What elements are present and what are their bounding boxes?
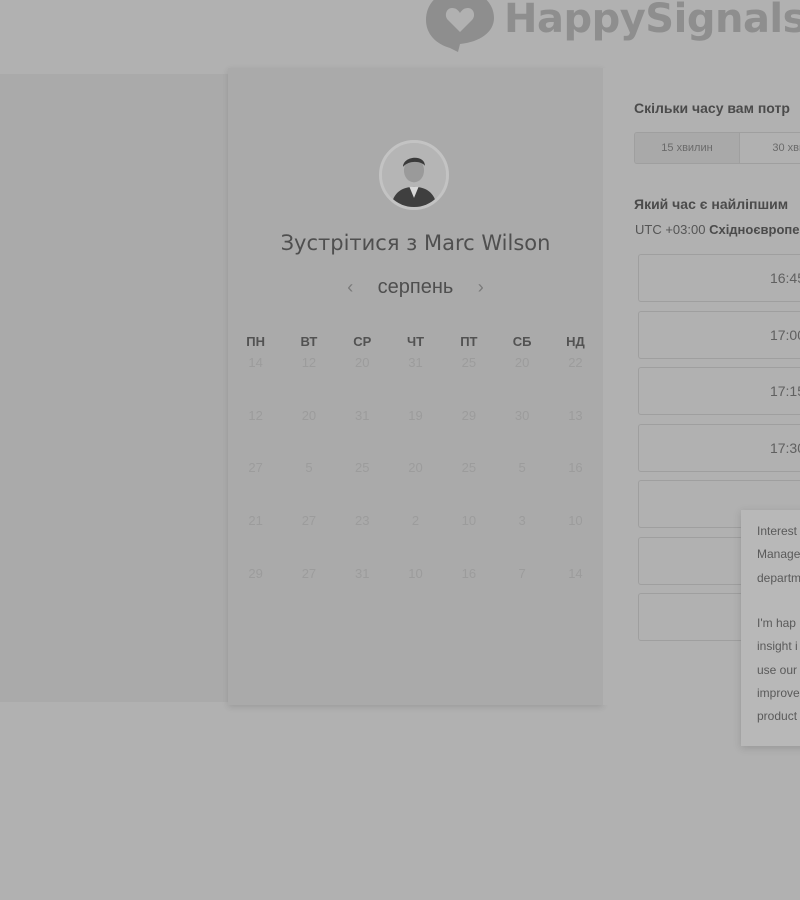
calendar-day[interactable]: 16 xyxy=(549,458,602,511)
calendar-day[interactable]: 25 xyxy=(442,353,495,406)
time-slot-button[interactable]: 16:45 xyxy=(638,254,800,302)
person-avatar-icon xyxy=(382,143,446,207)
calendar-day[interactable]: 22 xyxy=(549,353,602,406)
calendar-day[interactable]: 20 xyxy=(495,353,548,406)
calendar-day[interactable]: 31 xyxy=(389,353,442,406)
calendar-day[interactable]: 14 xyxy=(549,564,602,617)
calendar-day[interactable]: 3 xyxy=(495,511,548,564)
calendar-day[interactable]: 10 xyxy=(549,511,602,564)
calendar-day[interactable]: 27 xyxy=(229,458,282,511)
calendar-week-row: 27 5 25 20 25 5 16 xyxy=(228,458,603,511)
logo-text: HappySignals xyxy=(504,0,800,42)
weekday-label: ПН xyxy=(246,334,266,349)
calendar-day[interactable]: 31 xyxy=(336,406,389,459)
duration-30-button[interactable]: 30 хвил xyxy=(740,133,800,163)
calendar-day[interactable]: 25 xyxy=(442,458,495,511)
current-month-label: серпень xyxy=(377,276,454,298)
calendar-day[interactable]: 25 xyxy=(336,458,389,511)
calendar-day[interactable]: 27 xyxy=(282,511,335,564)
weekday-label: СБ xyxy=(512,334,532,349)
calendar-day[interactable]: 2 xyxy=(389,511,442,564)
calendar-day[interactable]: 20 xyxy=(389,458,442,511)
calendar-week-row: 12 20 31 19 29 30 13 xyxy=(228,406,603,459)
calendar-day[interactable]: 20 xyxy=(336,353,389,406)
next-month-button[interactable]: › xyxy=(470,277,492,298)
duration-selector: 15 хвилин 30 хвил xyxy=(634,132,800,164)
time-slot-button[interactable]: 17:30 xyxy=(638,423,800,472)
calendar-day[interactable]: 10 xyxy=(389,564,442,617)
calendar-day[interactable]: 5 xyxy=(495,458,548,511)
calendar-day[interactable]: 30 xyxy=(495,406,548,459)
popup-paragraph-1: Interest Manage departm xyxy=(757,524,800,585)
calendar-day[interactable]: 16 xyxy=(442,564,495,617)
heart-speech-bubble-icon xyxy=(426,0,494,52)
calendar-day[interactable]: 13 xyxy=(549,406,602,459)
host-calendar-card: Зустрітися з Marc Wilson ‹ серпень › ПН … xyxy=(228,68,603,705)
weekday-label: ЧТ xyxy=(407,334,425,349)
calendar-grid: 14 12 20 31 25 20 22 12 20 31 19 29 30 13 27 5 25 20 25 5 16… xyxy=(228,353,603,616)
duration-15-button[interactable]: 15 хвилин xyxy=(635,133,740,163)
chat-popup: Interest Manage departm I'm hap insight … xyxy=(741,510,800,746)
timezone-label: UTC +03:00 Східноєвропе xyxy=(635,222,800,237)
weekday-label: НД xyxy=(566,334,585,349)
calendar-day[interactable]: 23 xyxy=(336,511,389,564)
month-navigator: ‹ серпень › xyxy=(228,276,603,299)
popup-paragraph-2: I'm hap insight i use our improve produc… xyxy=(757,616,800,724)
calendar-day[interactable]: 29 xyxy=(442,406,495,459)
timezone-name: Східноєвропе xyxy=(709,222,800,237)
calendar-day[interactable]: 19 xyxy=(389,406,442,459)
timezone-offset: UTC +03:00 xyxy=(635,222,706,237)
prev-month-button[interactable]: ‹ xyxy=(339,277,361,298)
calendar-day[interactable]: 7 xyxy=(495,564,548,617)
duration-question: Скільки часу вам потр xyxy=(634,100,790,116)
host-avatar xyxy=(379,140,449,210)
time-question: Який час є найліпшим xyxy=(634,196,789,212)
left-background-panel xyxy=(0,74,228,702)
calendar-day[interactable]: 14 xyxy=(229,353,282,406)
weekday-label: СР xyxy=(353,334,372,349)
weekday-header: ПН ВТ СР ЧТ ПТ СБ НД xyxy=(228,334,603,349)
weekday-label: ВТ xyxy=(300,334,318,349)
calendar-day[interactable]: 20 xyxy=(282,406,335,459)
calendar-day[interactable]: 12 xyxy=(229,406,282,459)
calendar-day[interactable]: 29 xyxy=(229,564,282,617)
calendar-day[interactable]: 10 xyxy=(442,511,495,564)
calendar-day[interactable]: 12 xyxy=(282,353,335,406)
calendar-day[interactable]: 5 xyxy=(282,458,335,511)
calendar-week-row: 14 12 20 31 25 20 22 xyxy=(228,353,603,406)
calendar-week-row: 29 27 31 10 16 7 14 xyxy=(228,564,603,617)
calendar: ПН ВТ СР ЧТ ПТ СБ НД 14 12 20 31 25 20 22 12 20 3… xyxy=(228,334,603,616)
calendar-week-row: 21 27 23 2 10 3 10 xyxy=(228,511,603,564)
time-slot-button[interactable]: 17:15 xyxy=(638,367,800,415)
calendar-day[interactable]: 27 xyxy=(282,564,335,617)
calendar-day[interactable]: 31 xyxy=(336,564,389,617)
calendar-day[interactable]: 21 xyxy=(229,511,282,564)
weekday-label: ПТ xyxy=(460,334,478,349)
time-slot-button[interactable]: 17:00 xyxy=(638,310,800,359)
meeting-title: Зустрітися з Marc Wilson xyxy=(280,231,551,255)
